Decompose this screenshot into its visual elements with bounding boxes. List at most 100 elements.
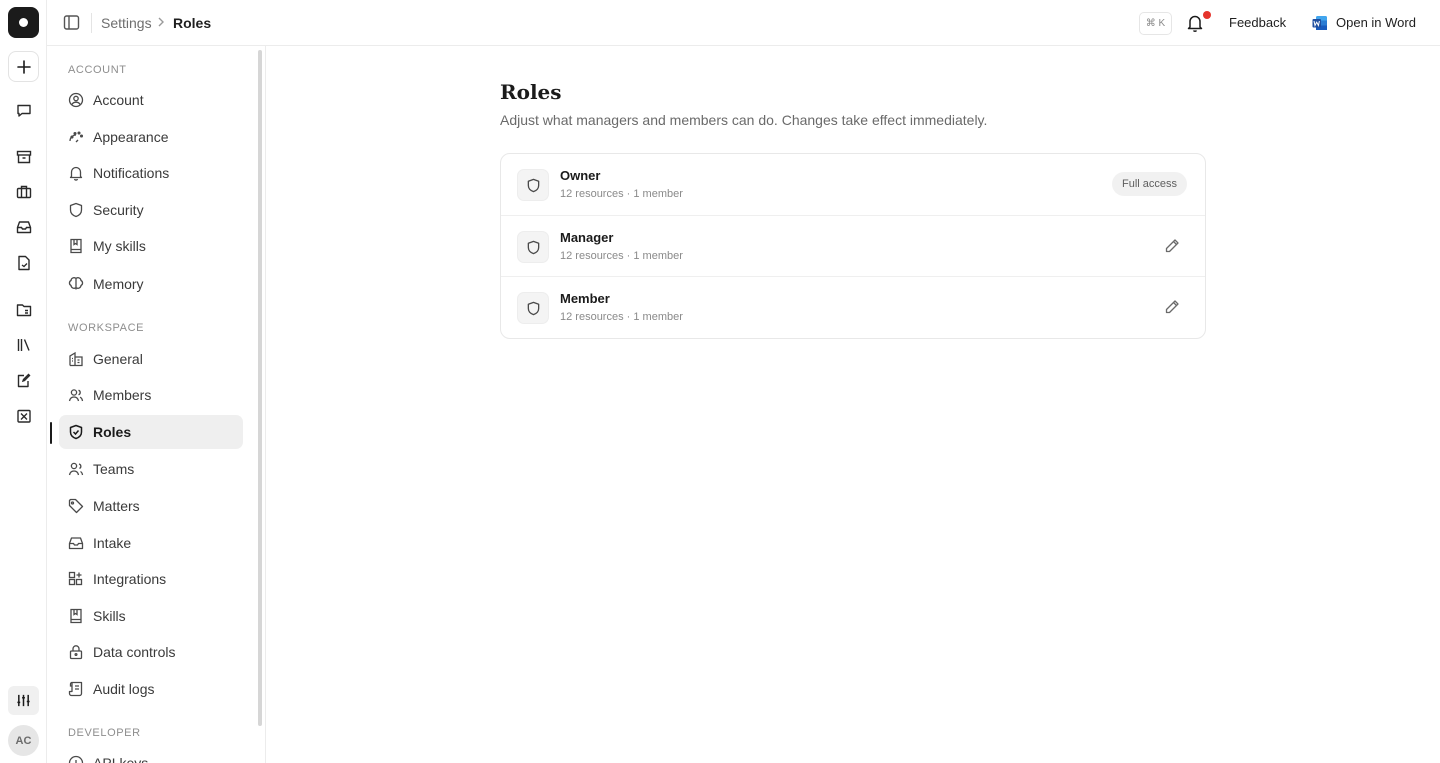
role-meta: 12 resources · 1 member	[560, 311, 683, 323]
tag-icon	[68, 498, 84, 514]
sidebar-item-label: Security	[93, 202, 144, 218]
sidebar-item-roles[interactable]: Roles	[59, 415, 243, 449]
role-name: Manager	[560, 230, 614, 245]
pencil-icon	[1165, 300, 1179, 314]
inbox-icon[interactable]	[14, 217, 33, 236]
sidebar-item-my-skills[interactable]: My skills	[59, 229, 243, 263]
brain-icon	[68, 276, 84, 292]
palette-icon	[68, 129, 84, 145]
sidebar-item-account[interactable]: Account	[59, 83, 243, 117]
feedback-button[interactable]: Feedback	[1229, 15, 1286, 30]
pencil-icon	[1165, 239, 1179, 253]
sidebar-item-label: Account	[93, 92, 144, 108]
active-indicator	[50, 422, 52, 444]
book-icon	[68, 238, 84, 254]
role-name: Owner	[560, 168, 601, 183]
edit-role-button[interactable]	[1163, 237, 1181, 255]
shield-icon	[517, 231, 549, 263]
archive-icon[interactable]	[14, 147, 33, 166]
breadcrumb-parent[interactable]: Settings	[101, 15, 152, 31]
sidebar-item-label: My skills	[93, 238, 146, 254]
role-meta: 12 resources · 1 member	[560, 250, 683, 262]
lock-icon	[68, 644, 84, 660]
top-bar: Settings Roles ⌘ K Feedback Open in Word	[47, 0, 1440, 46]
shield-icon	[517, 169, 549, 201]
folder-file-icon[interactable]	[14, 300, 33, 319]
edit-document-icon[interactable]	[14, 371, 33, 390]
sidebar-item-matters[interactable]: Matters	[59, 489, 243, 523]
sidebar-scrollbar[interactable]	[258, 50, 262, 726]
inbox-icon	[68, 535, 84, 551]
new-button[interactable]	[8, 51, 39, 82]
sidebar-item-label: Audit logs	[93, 681, 155, 697]
sidebar-item-label: Data controls	[93, 644, 176, 660]
building-icon	[68, 351, 84, 367]
settings-button[interactable]	[8, 686, 39, 715]
grid-plus-icon	[68, 571, 84, 587]
sidebar-item-label: Memory	[93, 276, 144, 292]
sidebar-item-label: Integrations	[93, 571, 167, 587]
sidebar-item-teams[interactable]: Teams	[59, 452, 243, 486]
icon-rail: AC	[0, 0, 47, 763]
team-icon	[68, 461, 84, 477]
shield-check-icon	[68, 424, 84, 440]
roles-list: Owner 12 resources · 1 member Full acces…	[500, 153, 1206, 339]
shield-icon	[517, 292, 549, 324]
settings-sidebar: ACCOUNT Account Appearance Notifications…	[47, 46, 266, 763]
sidebar-item-integrations[interactable]: Integrations	[59, 562, 243, 596]
sidebar-item-label: Intake	[93, 535, 132, 551]
scroll-icon	[68, 681, 84, 697]
sidebar-item-label: Appearance	[93, 129, 169, 145]
section-title-account: ACCOUNT	[68, 64, 127, 76]
open-in-word-button[interactable]: Open in Word	[1336, 15, 1416, 30]
sidebar-item-notifications[interactable]: Notifications	[59, 156, 243, 190]
full-access-badge: Full access	[1112, 172, 1188, 196]
shield-icon	[68, 202, 84, 218]
briefcase-icon[interactable]	[14, 182, 33, 201]
sidebar-item-security[interactable]: Security	[59, 193, 243, 227]
sidebar-item-data-controls[interactable]: Data controls	[59, 635, 243, 669]
section-title-workspace: WORKSPACE	[68, 322, 145, 334]
sliders-icon	[17, 694, 30, 707]
book-icon	[68, 608, 84, 624]
sidebar-item-memory[interactable]: Memory	[59, 267, 243, 301]
sidebar-item-appearance[interactable]: Appearance	[59, 120, 243, 154]
page-subtitle: Adjust what managers and members can do.…	[500, 112, 988, 128]
sidebar-item-api-keys[interactable]: API keys	[59, 746, 243, 763]
sidebar-item-members[interactable]: Members	[59, 378, 243, 412]
divider	[91, 13, 92, 33]
plus-icon	[16, 59, 31, 74]
breadcrumb-current: Roles	[173, 15, 212, 31]
bell-icon	[68, 165, 84, 181]
command-shortcut-button[interactable]: ⌘ K	[1139, 12, 1172, 35]
library-icon[interactable]	[14, 335, 33, 354]
role-name: Member	[560, 291, 610, 306]
sidebar-item-general[interactable]: General	[59, 342, 243, 376]
sidebar-item-label: General	[93, 351, 143, 367]
sidebar-item-audit-logs[interactable]: Audit logs	[59, 672, 243, 706]
role-meta: 12 resources · 1 member	[560, 188, 683, 200]
role-row-owner[interactable]: Owner 12 resources · 1 member Full acces…	[501, 154, 1205, 215]
sidebar-toggle-icon[interactable]	[63, 14, 80, 31]
section-title-developer: DEVELOPER	[68, 727, 141, 739]
role-row-manager[interactable]: Manager 12 resources · 1 member	[501, 215, 1205, 276]
sidebar-item-label: Teams	[93, 461, 135, 477]
chat-icon[interactable]	[14, 100, 33, 119]
word-icon[interactable]	[1312, 15, 1328, 31]
badge-icon[interactable]	[14, 406, 33, 425]
users-icon	[68, 387, 84, 403]
role-row-member[interactable]: Member 12 resources · 1 member	[501, 276, 1205, 337]
sidebar-item-intake[interactable]: Intake	[59, 526, 243, 560]
app-logo-icon[interactable]	[8, 7, 39, 38]
user-circle-icon	[68, 92, 84, 108]
edit-role-button[interactable]	[1163, 298, 1181, 316]
avatar[interactable]: AC	[8, 725, 39, 756]
chevron-right-icon	[157, 16, 165, 28]
notifications-bell-icon[interactable]	[1186, 13, 1204, 33]
document-icon[interactable]	[14, 253, 33, 272]
page-title: Roles	[500, 80, 562, 104]
sidebar-item-skills[interactable]: Skills	[59, 599, 243, 633]
notification-dot	[1203, 11, 1211, 19]
sidebar-item-label: API keys	[93, 755, 149, 763]
sidebar-item-label: Notifications	[93, 165, 170, 181]
